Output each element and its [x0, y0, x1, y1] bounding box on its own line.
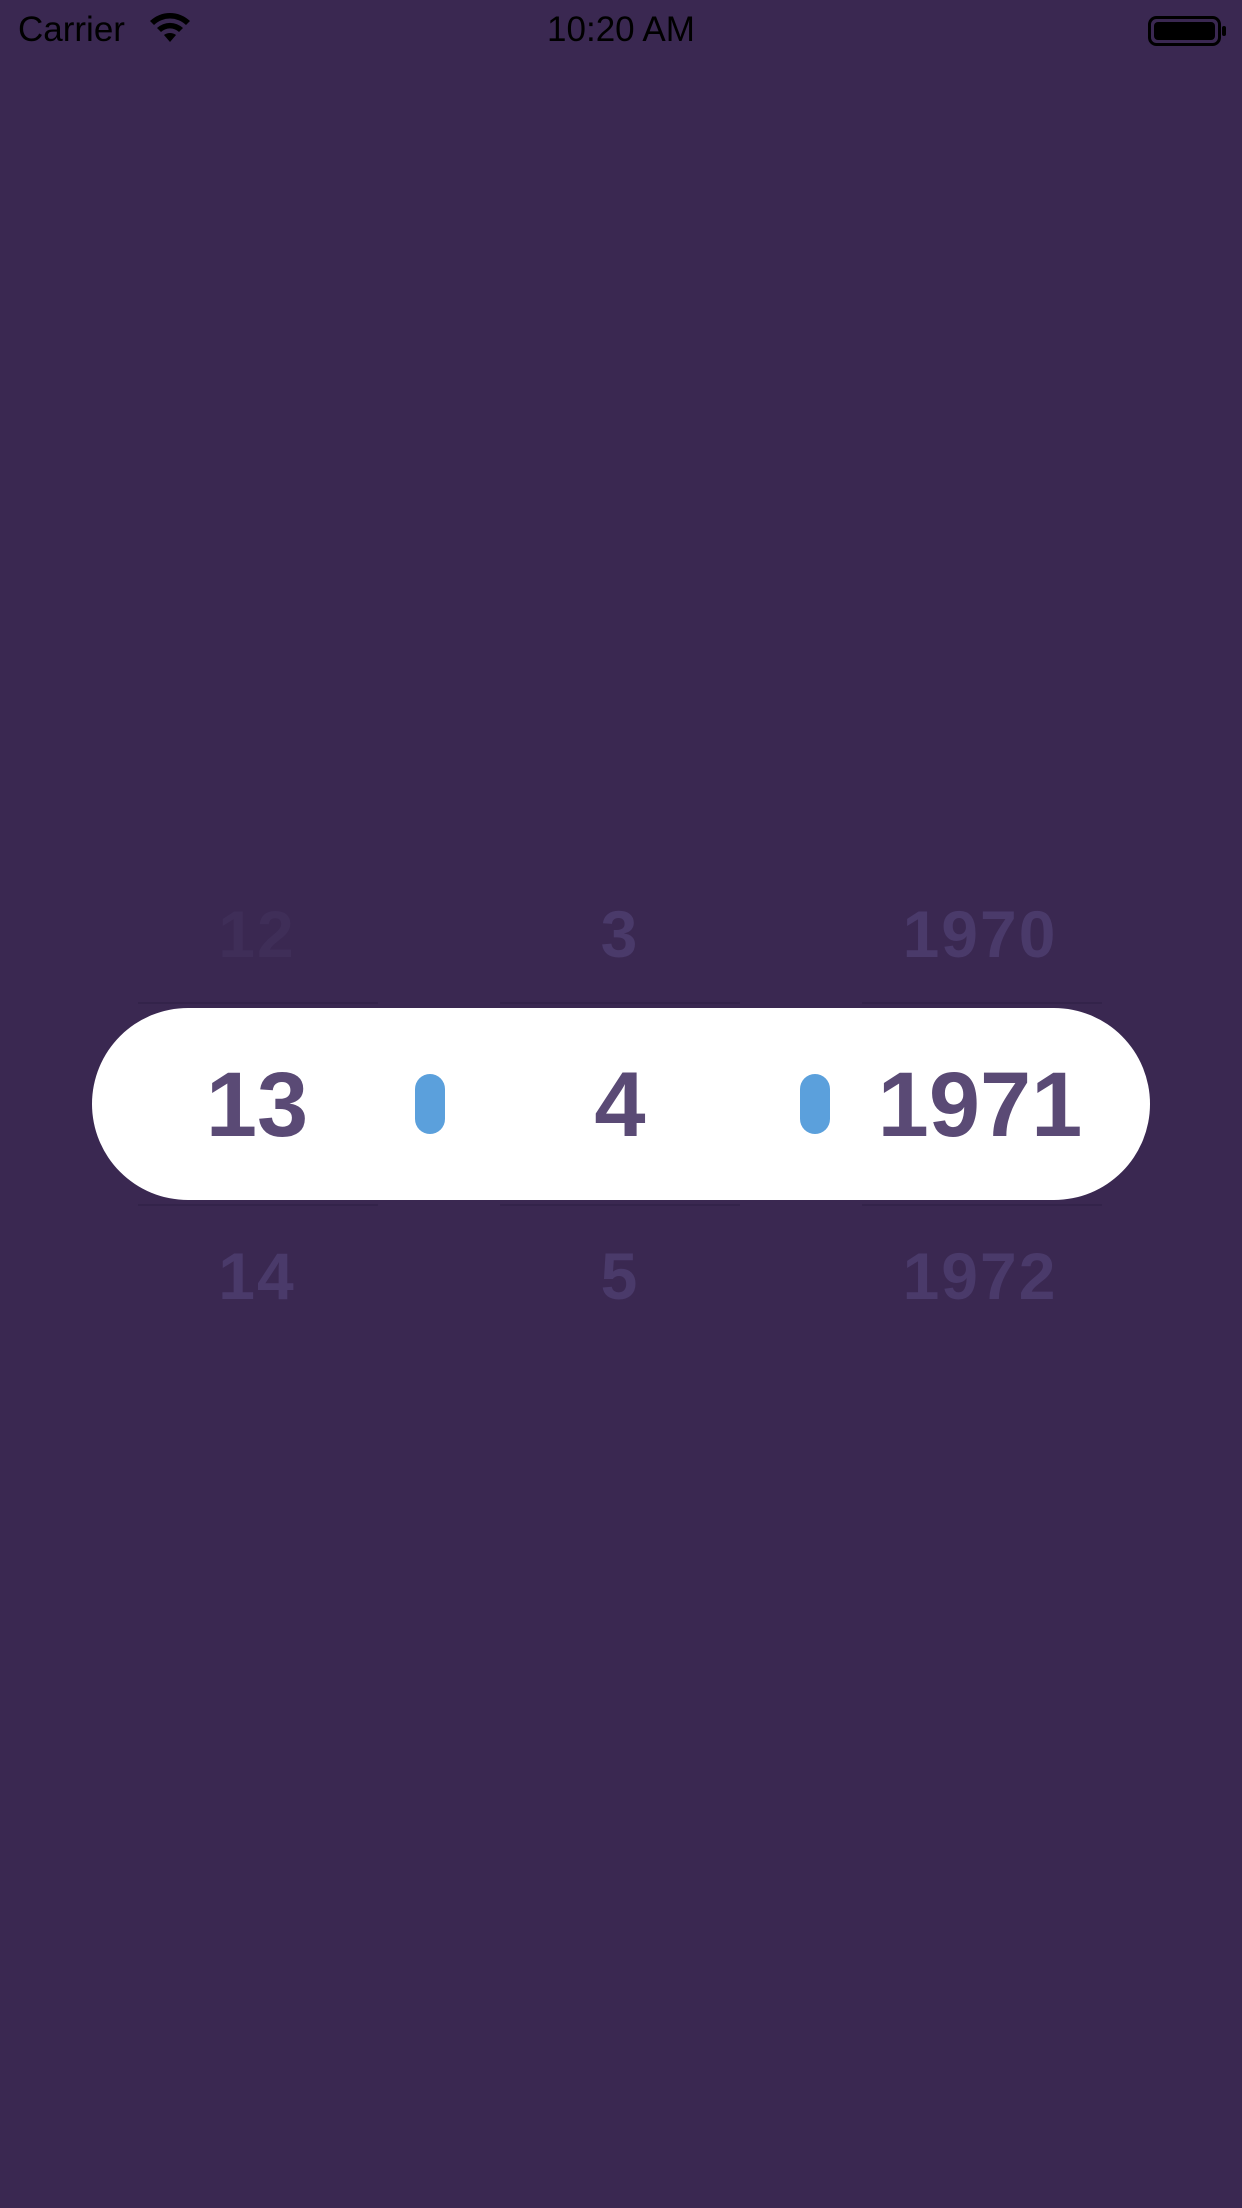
separator-dot [800, 1074, 830, 1134]
separator-dot [415, 1074, 445, 1134]
month-previous[interactable]: 3 [470, 898, 770, 970]
date-picker[interactable]: 12 3 1970 13 4 1971 14 5 1972 [0, 0, 1242, 2208]
divider [862, 1204, 1102, 1206]
year-selected[interactable]: 1971 [830, 1050, 1130, 1160]
divider [500, 1002, 740, 1004]
year-next[interactable]: 1972 [830, 1240, 1130, 1312]
month-next[interactable]: 5 [470, 1240, 770, 1312]
year-previous[interactable]: 1970 [830, 898, 1130, 970]
day-next[interactable]: 14 [107, 1240, 407, 1312]
divider [862, 1002, 1102, 1004]
day-selected[interactable]: 13 [107, 1050, 407, 1160]
divider [500, 1204, 740, 1206]
month-selected[interactable]: 4 [470, 1050, 770, 1160]
divider [138, 1002, 378, 1004]
day-previous[interactable]: 12 [107, 898, 407, 970]
divider [138, 1204, 378, 1206]
